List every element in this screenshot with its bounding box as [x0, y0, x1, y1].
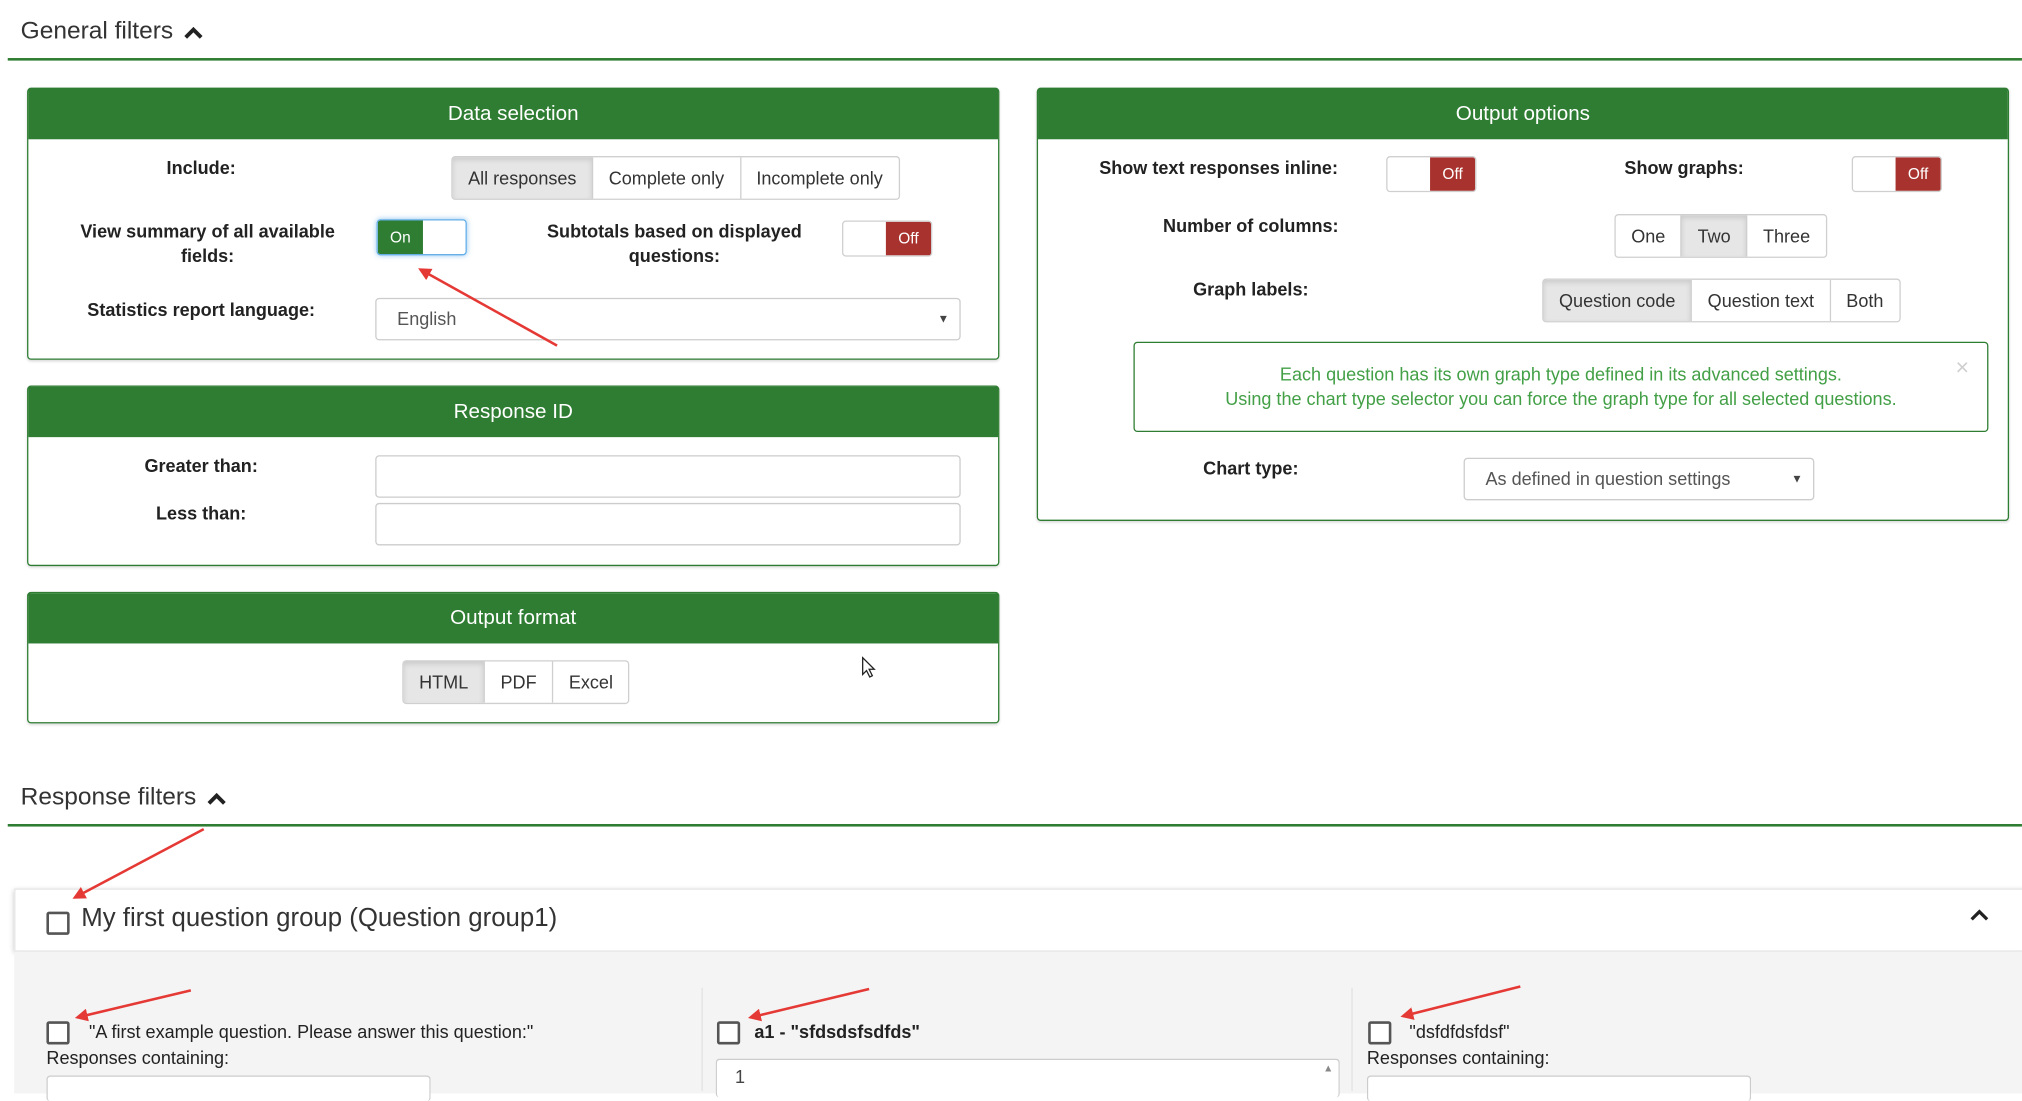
show-graphs-label: Show graphs: [1624, 157, 1744, 178]
response-filters-title: Response filters [20, 784, 197, 812]
general-filters-divider [7, 58, 2022, 61]
response-filters-divider [7, 823, 2022, 827]
toggle-on-label: On [377, 220, 423, 255]
chart-type-value: As defined in question settings [1485, 468, 1731, 489]
include-button-group: All responses Complete only Incomplete o… [451, 156, 900, 200]
chevron-up-icon[interactable] [1969, 907, 1990, 922]
response-id-title: Response ID [28, 386, 999, 438]
mouse-cursor-icon [862, 656, 876, 678]
number-of-columns-button-group: One Two Three [1614, 214, 1827, 258]
question-2-number-input[interactable]: 1 ▲ [715, 1058, 1340, 1098]
graph-labels-label: Graph labels: [1193, 278, 1309, 300]
graph-labels-question-code-button[interactable]: Question code [1543, 279, 1693, 322]
question-1-checkbox[interactable] [46, 1021, 70, 1045]
spinner-up-icon[interactable]: ▲ [1323, 1063, 1333, 1075]
toggle-off-label: Off [1430, 157, 1476, 191]
output-format-title: Output format [28, 593, 999, 644]
question-2-text: a1 - "sfdsdsfsdfds" [754, 1021, 920, 1042]
chevron-up-icon[interactable] [183, 25, 204, 40]
question-1-text: "A first example question. Please answer… [88, 1021, 534, 1042]
report-language-select[interactable]: English ▼ [375, 297, 961, 341]
info-line-1: Each question has its own graph type def… [1279, 363, 1842, 385]
format-html-button[interactable]: HTML [403, 661, 486, 703]
show-graphs-toggle[interactable]: Off [1851, 156, 1942, 193]
columns-three-button[interactable]: Three [1747, 215, 1825, 256]
subtotals-toggle[interactable]: Off [842, 220, 933, 257]
question-1-sub-label: Responses containing: [46, 1047, 230, 1068]
graph-labels-both-button[interactable]: Both [1831, 280, 1899, 321]
question-2-checkbox[interactable] [716, 1021, 741, 1045]
question-group-checkbox[interactable] [46, 911, 70, 935]
less-than-label: Less than: [156, 502, 247, 524]
caret-down-icon: ▼ [937, 312, 950, 325]
format-pdf-button[interactable]: PDF [485, 661, 554, 703]
columns-two-button[interactable]: Two [1682, 215, 1748, 257]
less-than-input[interactable] [375, 502, 961, 546]
view-summary-label: View summary of all available fields: [80, 220, 335, 266]
response-filters-header[interactable]: Response filters [21, 784, 228, 812]
question-3-text: "dsfdfdsfdsf" [1409, 1021, 1510, 1042]
question-1-input[interactable] [46, 1075, 431, 1101]
question-group-title: My first question group (Question group1… [81, 903, 558, 933]
chart-type-label: Chart type: [1203, 457, 1299, 479]
column-divider [701, 987, 703, 1091]
include-all-responses-button[interactable]: All responses [452, 157, 594, 199]
info-line-2: Using the chart type selector you can fo… [1225, 388, 1897, 409]
include-incomplete-only-button[interactable]: Incomplete only [741, 157, 898, 198]
report-language-value: English [397, 308, 457, 329]
column-divider [1351, 987, 1353, 1091]
data-selection-title: Data selection [28, 88, 999, 140]
chart-type-info-alert: Each question has its own graph type def… [1133, 341, 1989, 432]
chevron-up-icon[interactable] [207, 790, 228, 805]
general-filters-title: General filters [20, 18, 174, 46]
greater-than-label: Greater than: [144, 455, 258, 476]
caret-down-icon: ▼ [1791, 471, 1803, 485]
format-excel-button[interactable]: Excel [553, 662, 628, 703]
toggle-off-label: Off [1895, 157, 1941, 191]
question-3-input[interactable] [1366, 1075, 1752, 1101]
output-format-button-group: HTML PDF Excel [402, 660, 630, 705]
include-complete-only-button[interactable]: Complete only [593, 157, 741, 199]
show-text-inline-label: Show text responses inline: [1099, 157, 1338, 178]
view-summary-toggle[interactable]: On [376, 219, 467, 256]
question-3-checkbox[interactable] [1368, 1021, 1392, 1045]
graph-labels-button-group: Question code Question text Both [1542, 278, 1901, 323]
columns-one-button[interactable]: One [1616, 215, 1683, 257]
arrow-icon [72, 828, 205, 899]
output-options-title: Output options [1038, 88, 2008, 140]
general-filters-header[interactable]: General filters [21, 18, 204, 46]
chart-type-select[interactable]: As defined in question settings ▼ [1463, 457, 1815, 501]
include-label: Include: [166, 157, 236, 178]
graph-labels-question-text-button[interactable]: Question text [1692, 279, 1831, 322]
greater-than-input[interactable] [375, 455, 961, 498]
question-3-sub-label: Responses containing: [1366, 1047, 1550, 1068]
show-text-inline-toggle[interactable]: Off [1386, 156, 1477, 193]
report-language-label: Statistics report language: [87, 299, 316, 320]
subtotals-label: Subtotals based on displayed questions: [547, 220, 802, 266]
close-icon[interactable]: × [1956, 355, 1970, 381]
number-of-columns-label: Number of columns: [1163, 215, 1339, 236]
toggle-off-label: Off [885, 221, 932, 256]
